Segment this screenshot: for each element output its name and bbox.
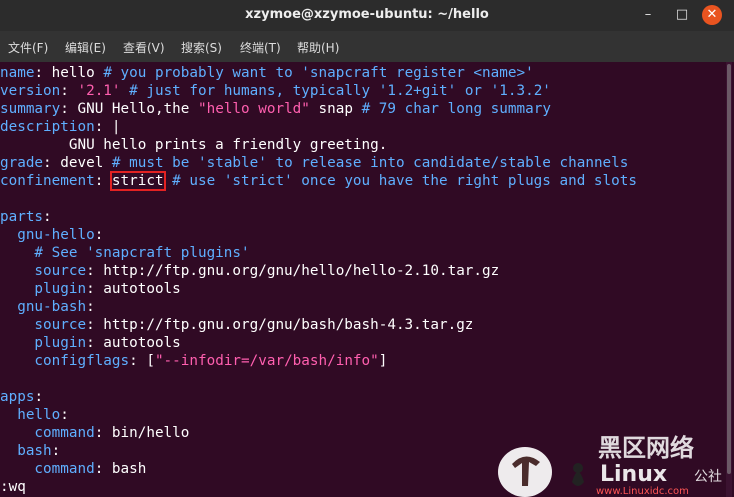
editor-line-13: plugin: autotools bbox=[0, 281, 181, 297]
watermark-brand-cn: 黑区网络 bbox=[598, 434, 694, 462]
minimize-button[interactable]: – bbox=[638, 5, 658, 25]
watermark-brand: Linux bbox=[600, 462, 667, 487]
scrollbar-thumb[interactable] bbox=[727, 64, 731, 474]
editor-line-9: parts: bbox=[0, 209, 52, 225]
editor-line-23: command: bash bbox=[0, 461, 147, 477]
tux-penguin-icon bbox=[572, 472, 584, 486]
editor-line-20: hello: bbox=[0, 407, 69, 423]
close-button[interactable]: ✕ bbox=[702, 5, 722, 25]
maximize-button[interactable]: □ bbox=[672, 5, 692, 25]
tux-head bbox=[573, 463, 583, 473]
watermark-url: www.Linuxidc.com bbox=[596, 486, 689, 497]
editor-line-17: configflags: ["--infodir=/var/bash/info"… bbox=[0, 353, 388, 369]
editor-line-16: plugin: autotools bbox=[0, 335, 181, 351]
editor-line-15: source: http://ftp.gnu.org/gnu/bash/bash… bbox=[0, 317, 474, 333]
strict-highlight: strict bbox=[109, 171, 166, 191]
editor-line-3: summary: GNU Hello,the "hello world" sna… bbox=[0, 101, 551, 117]
editor-line-4: description: | bbox=[0, 119, 121, 135]
editor-line-19: apps: bbox=[0, 389, 44, 405]
editor-line-21: command: bin/hello bbox=[0, 425, 190, 441]
editor-line-22: bash: bbox=[0, 443, 61, 459]
editor-line-5: GNU hello prints a friendly greeting. bbox=[0, 137, 388, 153]
menu-search[interactable]: 搜索(S) bbox=[181, 39, 222, 56]
terminal-window: xzymoe@xzymoe-ubuntu: ~/hello – □ ✕ 文件(F… bbox=[0, 0, 734, 497]
editor-line-10: gnu-hello: bbox=[0, 227, 104, 243]
command-line: :wq bbox=[0, 479, 26, 495]
editor-line-12: source: http://ftp.gnu.org/gnu/hello/hel… bbox=[0, 263, 500, 279]
menu-bar: 文件(F) 编辑(E) 查看(V) 搜索(S) 终端(T) 帮助(H) bbox=[0, 31, 734, 62]
menu-view[interactable]: 查看(V) bbox=[123, 39, 165, 56]
editor-line-1: name: hello # you probably want to 'snap… bbox=[0, 65, 534, 81]
menu-terminal[interactable]: 终端(T) bbox=[240, 39, 281, 56]
menu-file[interactable]: 文件(F) bbox=[8, 39, 48, 56]
editor-line-7: confinement: strict # use 'strict' once … bbox=[0, 171, 637, 191]
editor-line-11: # See 'snapcraft plugins' bbox=[0, 245, 250, 261]
editor-line-2: version: '2.1' # just for humans, typica… bbox=[0, 83, 551, 99]
watermark-brand-suffix: 公社 bbox=[694, 469, 722, 485]
editor-line-14: gnu-bash: bbox=[0, 299, 95, 315]
linuxidc-watermark: 黑区网络 Linux 公社 www.Linuxidc.com bbox=[498, 434, 722, 497]
menu-edit[interactable]: 编辑(E) bbox=[65, 39, 106, 56]
editor-line-6: grade: devel # must be 'stable' to relea… bbox=[0, 155, 629, 171]
window-title: xzymoe@xzymoe-ubuntu: ~/hello bbox=[245, 7, 489, 22]
title-bar[interactable]: xzymoe@xzymoe-ubuntu: ~/hello – □ ✕ bbox=[0, 0, 734, 31]
menu-help[interactable]: 帮助(H) bbox=[297, 39, 339, 56]
